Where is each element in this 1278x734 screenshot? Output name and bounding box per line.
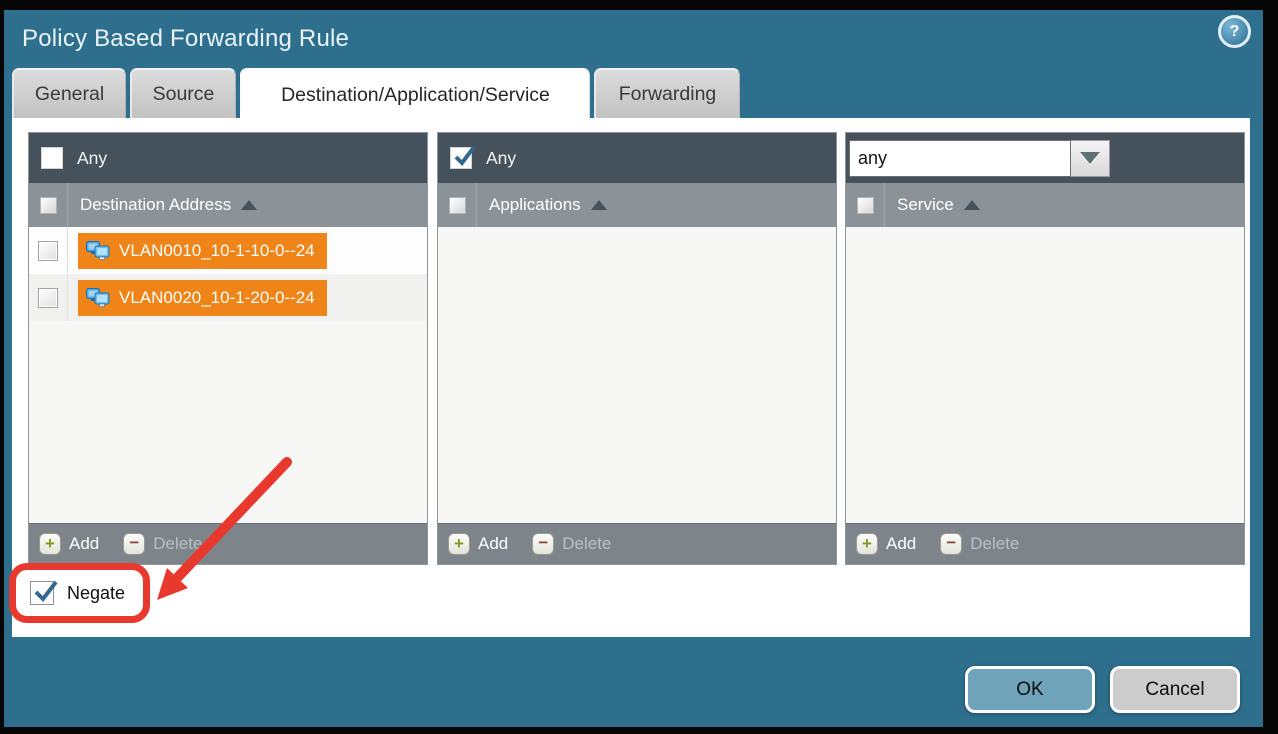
delete-button[interactable]: Delete bbox=[153, 534, 202, 554]
service-footer: + Add − Delete bbox=[846, 523, 1244, 564]
destination-panel: Any Destination Address bbox=[28, 132, 428, 565]
tab-forwarding-label: Forwarding bbox=[619, 83, 717, 106]
add-button[interactable]: Add bbox=[69, 534, 99, 554]
checkmark-icon bbox=[32, 578, 60, 606]
destination-footer: + Add − Delete bbox=[29, 523, 427, 564]
tab-destination-application-service[interactable]: Destination/Application/Service bbox=[240, 68, 590, 120]
table-row: VLAN0020_10-1-20-0--24 bbox=[29, 274, 427, 321]
applications-column-header: Applications bbox=[438, 183, 836, 227]
service-dropdown-button[interactable] bbox=[1071, 140, 1110, 177]
tab-general[interactable]: General bbox=[12, 68, 126, 118]
applications-any-bar: Any bbox=[438, 133, 836, 183]
tab-source[interactable]: Source bbox=[130, 68, 236, 118]
service-any-bar: any bbox=[846, 133, 1244, 183]
pbf-rule-dialog: Policy Based Forwarding Rule ? General S… bbox=[4, 10, 1263, 727]
tab-destination-label: Destination/Application/Service bbox=[281, 84, 550, 107]
delete-icon[interactable]: − bbox=[940, 533, 962, 555]
service-dropdown[interactable]: any bbox=[849, 140, 1071, 177]
destination-any-bar: Any bbox=[29, 133, 427, 183]
network-icon bbox=[86, 288, 110, 308]
service-header-label[interactable]: Service bbox=[897, 195, 954, 215]
destination-select-all-checkbox[interactable] bbox=[40, 197, 57, 214]
service-dropdown-value: any bbox=[858, 148, 887, 169]
ok-button-label: OK bbox=[1016, 679, 1043, 701]
negate-control: Negate bbox=[30, 581, 125, 605]
cancel-button-label: Cancel bbox=[1145, 679, 1204, 701]
tab-general-label: General bbox=[35, 83, 104, 106]
chevron-down-icon bbox=[1080, 152, 1100, 164]
dialog-title: Policy Based Forwarding Rule bbox=[22, 25, 349, 53]
tab-forwarding[interactable]: Forwarding bbox=[594, 68, 740, 118]
address-object[interactable]: VLAN0020_10-1-20-0--24 bbox=[78, 280, 327, 316]
add-button[interactable]: Add bbox=[478, 534, 508, 554]
address-object[interactable]: VLAN0010_10-1-10-0--24 bbox=[78, 233, 327, 269]
row-checkbox[interactable] bbox=[38, 241, 58, 261]
question-mark-icon: ? bbox=[1230, 23, 1240, 41]
tab-source-label: Source bbox=[153, 83, 215, 106]
applications-any-label: Any bbox=[486, 148, 516, 169]
applications-panel: Any Applications + Add − Delete bbox=[437, 132, 837, 565]
negate-checkbox[interactable] bbox=[30, 581, 54, 605]
destination-column-header: Destination Address bbox=[29, 183, 427, 227]
ok-button[interactable]: OK bbox=[965, 666, 1095, 713]
sort-ascending-icon bbox=[591, 200, 607, 210]
tab-bar: General Source Destination/Application/S… bbox=[12, 68, 740, 120]
network-icon bbox=[86, 241, 110, 261]
cancel-button[interactable]: Cancel bbox=[1110, 666, 1240, 713]
delete-icon[interactable]: − bbox=[123, 533, 145, 555]
tab-content-area: Any Destination Address bbox=[12, 118, 1250, 637]
destination-any-label: Any bbox=[77, 148, 107, 169]
add-icon[interactable]: + bbox=[856, 533, 878, 555]
applications-any-checkbox[interactable] bbox=[450, 147, 472, 169]
pbf-rule-window: Policy Based Forwarding Rule ? General S… bbox=[0, 0, 1278, 734]
add-icon[interactable]: + bbox=[448, 533, 470, 555]
help-button[interactable]: ? bbox=[1218, 15, 1251, 48]
delete-button[interactable]: Delete bbox=[970, 534, 1019, 554]
address-object-label: VLAN0010_10-1-10-0--24 bbox=[119, 241, 315, 261]
applications-list bbox=[438, 227, 836, 523]
destination-any-checkbox[interactable] bbox=[41, 147, 63, 169]
sort-ascending-icon bbox=[241, 200, 257, 210]
table-row: VLAN0010_10-1-10-0--24 bbox=[29, 227, 427, 274]
service-list bbox=[846, 227, 1244, 523]
service-combobox: any bbox=[849, 140, 1110, 177]
destination-list: VLAN0010_10-1-10-0--24 bbox=[29, 227, 427, 523]
row-checkbox[interactable] bbox=[38, 288, 58, 308]
sort-ascending-icon bbox=[964, 200, 980, 210]
address-object-label: VLAN0020_10-1-20-0--24 bbox=[119, 288, 315, 308]
service-panel: any Service + Add − bbox=[845, 132, 1245, 565]
applications-footer: + Add − Delete bbox=[438, 523, 836, 564]
delete-icon[interactable]: − bbox=[532, 533, 554, 555]
service-select-all-checkbox[interactable] bbox=[857, 197, 874, 214]
delete-button[interactable]: Delete bbox=[562, 534, 611, 554]
add-button[interactable]: Add bbox=[886, 534, 916, 554]
service-column-header: Service bbox=[846, 183, 1244, 227]
applications-header-label[interactable]: Applications bbox=[489, 195, 581, 215]
checkmark-icon bbox=[452, 144, 478, 170]
negate-label: Negate bbox=[67, 583, 125, 604]
applications-select-all-checkbox[interactable] bbox=[449, 197, 466, 214]
add-icon[interactable]: + bbox=[39, 533, 61, 555]
destination-header-label[interactable]: Destination Address bbox=[80, 195, 231, 215]
